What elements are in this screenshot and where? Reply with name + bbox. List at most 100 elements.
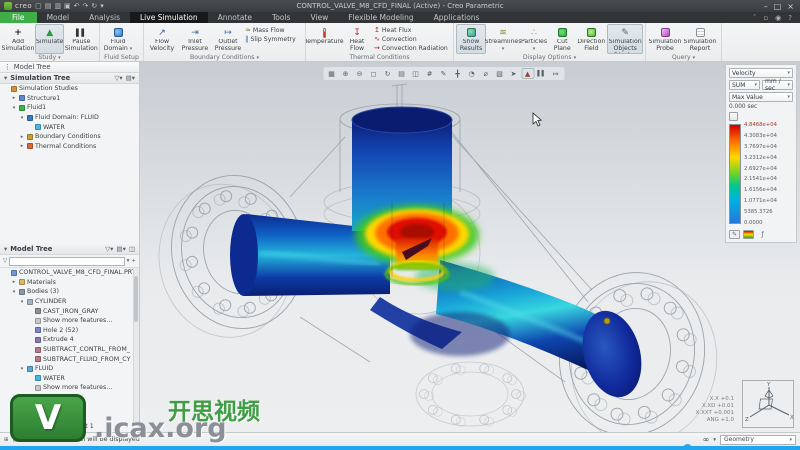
tab-model[interactable]: Model xyxy=(37,12,80,23)
tree-item[interactable]: ▾ Bodies (3) xyxy=(0,287,139,297)
tree-item[interactable]: Hole 2 (52) xyxy=(0,326,139,336)
status-tree-toggle-icon[interactable]: ⊞ xyxy=(4,437,9,443)
simulate-button[interactable]: ▲ Simulate xyxy=(35,24,65,54)
legend-colors-icon[interactable] xyxy=(743,230,754,239)
undo-icon[interactable]: ↶ xyxy=(74,2,80,10)
open-file-icon[interactable]: ▤ xyxy=(45,2,52,10)
convection-button[interactable]: ∿ Convection xyxy=(374,35,448,43)
temperature-button[interactable]: Temperature xyxy=(304,24,344,54)
tab-view[interactable]: View xyxy=(300,12,338,23)
tree-item[interactable]: WATER xyxy=(0,374,139,384)
tree-settings-icon[interactable]: ▤▾ xyxy=(126,74,135,82)
model-tree-collapsed-bar[interactable]: ⋮ Model Tree xyxy=(0,62,139,73)
fluid-domain-button[interactable]: Fluid Domain ▾ xyxy=(102,24,134,54)
add-simulation-button[interactable]: + Add Simulation ▾ xyxy=(2,24,35,54)
streamlines-button[interactable]: ≋ Streamlines ▾ xyxy=(485,24,522,54)
save-icon[interactable]: ▣ xyxy=(64,2,71,10)
simulation-report-button[interactable]: Simulation Report xyxy=(683,24,717,54)
convection-radiation-button[interactable]: ⇝ Convection Radiation xyxy=(374,44,448,52)
tab-annotate[interactable]: Annotate xyxy=(208,12,262,23)
tab-tools[interactable]: Tools xyxy=(262,12,300,23)
tab-applications[interactable]: Applications xyxy=(424,12,490,23)
tree-item[interactable]: ▸ Thermal Conditions xyxy=(0,142,139,152)
selection-filter-select[interactable]: Geometry ▾ xyxy=(720,434,796,445)
tree-item[interactable]: Simulation Studies xyxy=(0,84,139,94)
status-browser-toggle-icon[interactable]: ▤ xyxy=(13,437,18,443)
tree-filters-icon[interactable]: ▽▾ xyxy=(114,74,122,82)
tree-item[interactable]: ▸ Structure1 xyxy=(0,94,139,104)
tree-item[interactable]: WATER xyxy=(0,122,139,132)
tree-item[interactable]: ▾ Fluid1 xyxy=(0,103,139,113)
search-in-model-icon[interactable]: ∞ xyxy=(703,435,710,444)
mass-flow-button[interactable]: ≈ Mass Flow xyxy=(245,26,296,34)
group-label-boundary-conditions[interactable]: Boundary Conditions ▾ xyxy=(146,54,303,61)
command-search-icon[interactable]: ▫ xyxy=(763,14,768,22)
search-options-caret[interactable]: ▾ xyxy=(127,258,130,264)
show-results-button[interactable]: Show Results xyxy=(456,24,487,54)
tab-file[interactable]: File xyxy=(0,12,37,23)
tree-item[interactable]: SUBTRACT_CONTRL_FROM_ xyxy=(0,345,139,355)
tree-settings-icon[interactable]: ▤▾ xyxy=(116,245,125,253)
tree-filters-icon[interactable]: ▽▾ xyxy=(105,245,113,253)
tree-item[interactable]: ▸ Materials xyxy=(0,278,139,288)
particles-button[interactable]: ∴ Particles ▾ xyxy=(520,24,548,54)
tree-item[interactable]: CAST_IRON_GRAY xyxy=(0,306,139,316)
tree-item[interactable]: SUBTRACT_FLUID_FROM_CY xyxy=(0,354,139,364)
video-playhead[interactable] xyxy=(683,444,692,450)
tab-analysis[interactable]: Analysis xyxy=(79,12,130,23)
search-add-icon[interactable]: + xyxy=(131,258,136,264)
edit-legend-icon[interactable]: ✎ xyxy=(729,230,740,239)
tree-item[interactable]: Round 3 xyxy=(0,412,139,422)
simulation-objects-display-button[interactable]: ✎ Simulation Objects Display xyxy=(607,24,643,54)
redo-icon[interactable]: ↷ xyxy=(83,2,89,10)
tree-item[interactable]: ▾ CYLINDER xyxy=(0,297,139,307)
tree-item[interactable]: CONTROL_VALVE_M8_CFD_FINAL.PRT xyxy=(0,268,139,278)
pause-simulation-button[interactable]: ▌▌ Pause Simulation xyxy=(65,24,98,54)
flash-scale-icon[interactable]: ƒ xyxy=(757,230,768,239)
result-quantity-select[interactable]: Velocity ▾ xyxy=(729,68,793,78)
tree-item[interactable]: Show more features... xyxy=(0,383,139,393)
group-label-display-options[interactable]: Display Options ▾ xyxy=(456,54,643,61)
new-file-icon[interactable]: ▢ xyxy=(35,2,42,10)
collapse-icon[interactable]: ▾ xyxy=(4,74,7,82)
graphics-area[interactable]: ▦ ⊕ ⊖ ◻ ↻ ▤ ◫ # ✎ ╋ ◔ ⌀ ▧ ➤ ▲ ▌▌ ↦ X.X +… xyxy=(140,62,800,432)
slip-symmetry-button[interactable]: ∥ Slip Symmetry xyxy=(245,35,296,43)
cut-plane-button[interactable]: Cut Plane xyxy=(549,24,575,54)
component-select[interactable]: SUM ▾ xyxy=(729,80,760,90)
tree-item[interactable]: ▾ Fluid Domain: FLUID xyxy=(0,113,139,123)
tree-item[interactable]: ▾ FLUID xyxy=(0,364,139,374)
regenerate-icon[interactable]: ↻ xyxy=(91,2,97,10)
minimize-ribbon-icon[interactable]: ˆ xyxy=(753,14,757,22)
search-caret[interactable]: ▾ xyxy=(713,437,716,443)
group-label-query[interactable]: Query ▾ xyxy=(648,54,719,61)
units-select[interactable]: mm / sec ▾ xyxy=(762,78,793,92)
open-session-icon[interactable]: ▥ xyxy=(54,2,61,10)
flow-velocity-button[interactable]: ↗ Flow Velocity xyxy=(146,24,178,54)
heat-flow-button[interactable]: ↧ Heat Flow xyxy=(341,24,373,54)
tree-columns-icon[interactable]: ◫ xyxy=(129,245,135,253)
group-label-study[interactable]: Study ▾ xyxy=(2,54,97,61)
inlet-pressure-button[interactable]: ⇥ Inlet Pressure xyxy=(179,24,211,54)
tree-item[interactable]: Round 1 xyxy=(0,393,139,403)
tab-live-simulation[interactable]: Live Simulation xyxy=(130,12,208,23)
tab-flexible-modeling[interactable]: Flexible Modeling xyxy=(338,12,423,23)
video-progress-bar[interactable] xyxy=(0,444,800,450)
simulation-probe-button[interactable]: Simulation Probe xyxy=(648,24,682,54)
close-button[interactable]: × xyxy=(787,2,794,11)
search-filter-icon[interactable]: ▽ xyxy=(3,258,7,264)
direction-field-button[interactable]: Direction Field xyxy=(576,24,606,54)
tree-item[interactable]: Body Subtract 1 xyxy=(0,422,139,432)
tree-item[interactable]: Extrude 4 xyxy=(0,335,139,345)
minimize-button[interactable]: – xyxy=(764,2,768,11)
cfd-model-view[interactable] xyxy=(140,62,800,432)
collapse-icon[interactable]: ▾ xyxy=(4,245,7,253)
tree-item[interactable]: ▸ Boundary Conditions xyxy=(0,132,139,142)
heat-flux-button[interactable]: ↥ Heat Flux xyxy=(374,26,448,34)
tree-item[interactable]: Show more features... xyxy=(0,316,139,326)
legend-options-button[interactable] xyxy=(729,112,738,121)
model-tree-scrollbar[interactable] xyxy=(133,268,139,432)
tree-item[interactable]: Round 2 xyxy=(0,402,139,412)
scale-mode-select[interactable]: Max Value ▾ xyxy=(729,92,793,102)
help-icon[interactable]: ? xyxy=(788,14,792,22)
model-tree-search-input[interactable] xyxy=(9,256,125,266)
